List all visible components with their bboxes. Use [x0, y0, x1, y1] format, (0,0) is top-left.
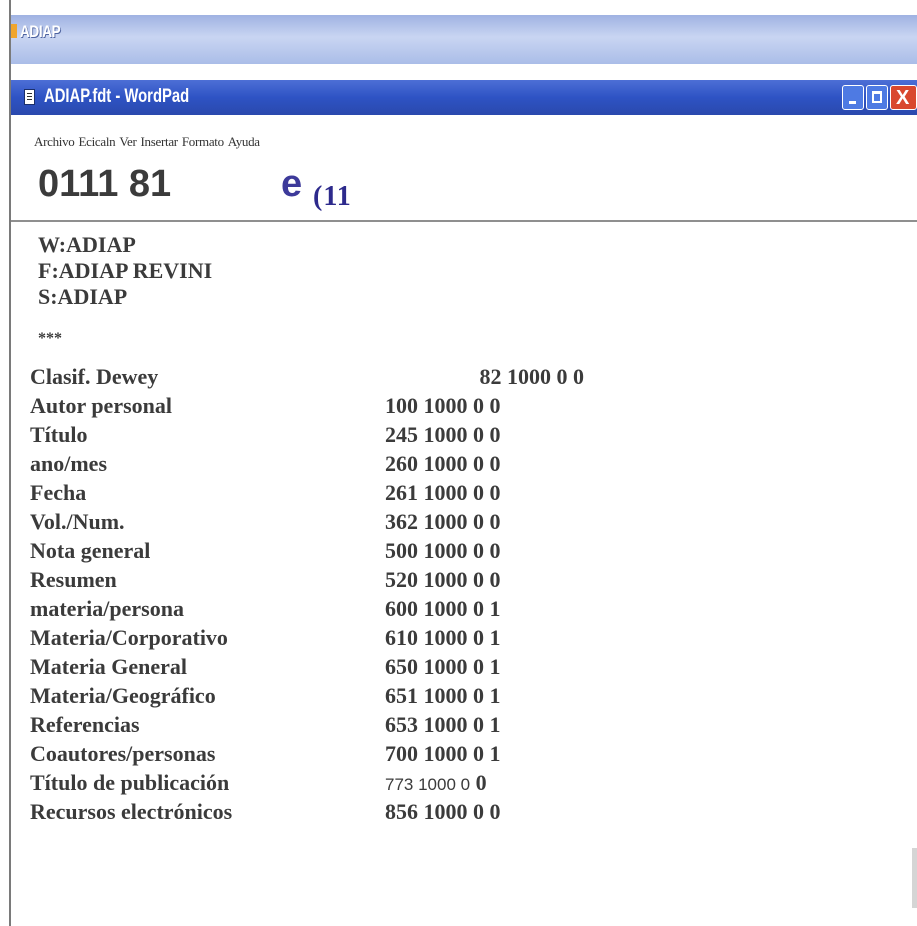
close-icon: X [896, 87, 910, 109]
field-row: Fecha 261 1000 0 0 [30, 480, 590, 509]
outer-window-titlebar[interactable] [11, 15, 917, 64]
field-label: Materia/Corporativo [30, 625, 228, 650]
wordpad-window-title: ADIAP.fdt - WordPad [44, 86, 190, 107]
left-window-border [9, 0, 11, 926]
field-label: Referencias [30, 712, 140, 737]
outer-window-icon [11, 24, 17, 38]
toolbar-separator [11, 220, 917, 222]
menu-insertar[interactable]: Insertar [141, 134, 179, 149]
field-label: Autor personal [30, 393, 172, 418]
field-label: Título de publicación [30, 770, 230, 795]
menu-ver[interactable]: Ver [119, 134, 136, 149]
field-value: 610 1000 0 1 [385, 625, 501, 650]
header-line-w: W:ADIAP [38, 232, 136, 257]
field-value-plain: 773 1000 0 [385, 775, 471, 794]
header-line-f: F:ADIAP REVINI [38, 258, 213, 283]
field-value: 520 1000 0 0 [385, 567, 501, 592]
field-label: Resumen [30, 567, 117, 592]
field-row: Título 245 1000 0 0 [30, 422, 590, 451]
field-value: 500 1000 0 0 [385, 538, 501, 563]
field-label: Coautores/personas [30, 741, 216, 766]
menu-edicion[interactable]: Ecicaln [79, 134, 116, 149]
field-row: Clasif. Dewey 82 1000 0 0 [30, 364, 590, 393]
font-size-field[interactable]: 0111 81 [38, 163, 171, 206]
font-field[interactable]: e [281, 163, 302, 206]
field-label: ano/mes [30, 451, 107, 476]
field-value: 100 1000 0 0 [385, 393, 501, 418]
field-value: 260 1000 0 0 [385, 451, 501, 476]
field-label: Vol./Num. [30, 509, 125, 534]
field-value: 600 1000 0 1 [385, 596, 501, 621]
font-script-field[interactable]: (11 [313, 181, 352, 213]
minimize-button[interactable] [842, 85, 864, 110]
field-row: materia/persona 600 1000 0 1 [30, 596, 590, 625]
field-row: Recursos electrónicos 856 1000 0 0 [30, 799, 590, 828]
field-row: Materia/Corporativo 610 1000 0 1 [30, 625, 590, 654]
field-label: Materia/Geográfico [30, 683, 216, 708]
field-value: 245 1000 0 0 [385, 422, 501, 447]
field-row: Vol./Num. 362 1000 0 0 [30, 509, 590, 538]
field-value-bold: 0 [475, 770, 487, 795]
field-row: Resumen 520 1000 0 0 [30, 567, 590, 596]
field-label: materia/persona [30, 596, 184, 621]
field-value: 653 1000 0 1 [385, 712, 501, 737]
close-button[interactable]: X [890, 85, 917, 110]
wordpad-document-icon[interactable] [24, 89, 35, 105]
field-label: Fecha [30, 480, 87, 505]
field-row: Nota general 500 1000 0 0 [30, 538, 590, 567]
field-row: Coautores/personas 700 1000 0 1 [30, 741, 590, 770]
field-value: 650 1000 0 1 [385, 654, 501, 679]
document-header: W:ADIAP F:ADIAP REVINI S:ADIAP [38, 232, 212, 310]
field-row: Materia General 650 1000 0 1 [30, 654, 590, 683]
vertical-scrollbar-edge[interactable] [912, 848, 917, 908]
field-label: Título [30, 422, 88, 447]
field-label: Recursos electrónicos [30, 799, 233, 824]
separator-stars: *** [38, 330, 62, 347]
menu-archivo[interactable]: Archivo [34, 134, 75, 149]
field-value: 856 1000 0 0 [385, 799, 501, 824]
field-value: 773 1000 0 0 [385, 770, 487, 796]
field-value: 82 1000 0 0 [479, 364, 585, 389]
field-row: ano/mes 260 1000 0 0 [30, 451, 590, 480]
field-value: 261 1000 0 0 [385, 480, 501, 505]
field-row: Referencias 653 1000 0 1 [30, 712, 590, 741]
field-row: Materia/Geográfico 651 1000 0 1 [30, 683, 590, 712]
field-value: 362 1000 0 0 [385, 509, 501, 534]
field-label: Clasif. Dewey [30, 364, 159, 389]
outer-window-title: ADIAP [20, 22, 61, 41]
field-label: Materia General [30, 654, 187, 679]
menu-ayuda[interactable]: Ayuda [228, 134, 260, 149]
field-row: Título de publicación 773 1000 0 0 [30, 770, 590, 799]
header-line-s: S:ADIAP [38, 284, 128, 309]
field-value: 651 1000 0 1 [385, 683, 501, 708]
menu-bar: Archivo Ecicaln Ver Insertar Formato Ayuda [34, 134, 264, 150]
menu-formato[interactable]: Formato [182, 134, 224, 149]
maximize-button[interactable] [866, 85, 888, 110]
field-row: Autor personal 100 1000 0 0 [30, 393, 590, 422]
field-label: Nota general [30, 538, 151, 563]
field-value: 700 1000 0 1 [385, 741, 501, 766]
